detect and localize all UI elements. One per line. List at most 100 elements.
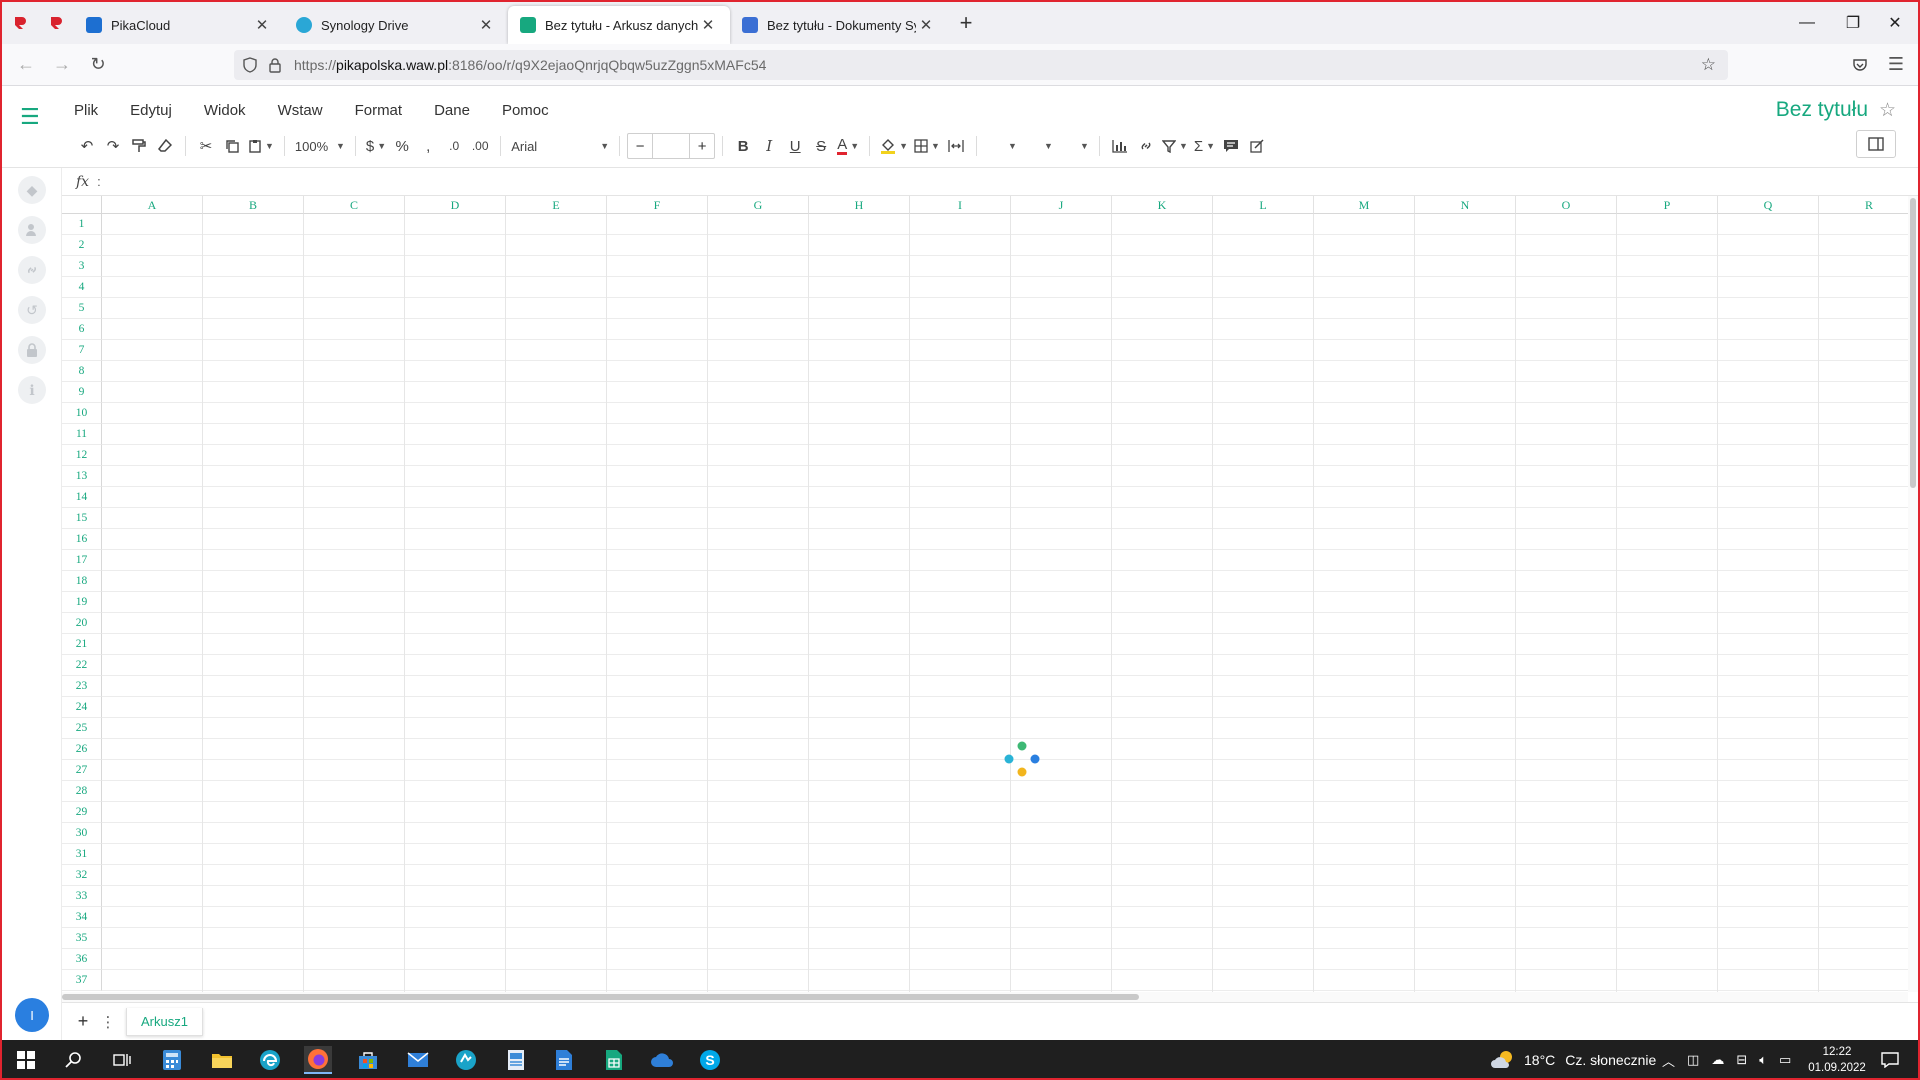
row-header[interactable]: 13 [62,466,102,487]
window-close-icon[interactable]: ✕ [1872,2,1918,44]
address-bar[interactable]: https://pikapolska.waw.pl:8186/oo/r/q9X2… [234,50,1728,80]
browser-menu-icon[interactable]: ☰ [1878,49,1914,81]
history-icon[interactable]: ↺ [18,296,46,324]
borders-button[interactable]: ▼ [911,132,943,160]
volume-icon[interactable]: 🔈︎ [1759,1052,1767,1068]
merge-cells-button[interactable] [943,132,969,160]
thousands-separator-button[interactable]: , [415,132,441,160]
microsoft-store-icon[interactable] [354,1046,382,1074]
column-header[interactable]: D [405,196,506,214]
row-header[interactable]: 10 [62,403,102,424]
column-header[interactable]: G [708,196,809,214]
bookmark-star-icon[interactable]: ☆ [1701,55,1716,75]
row-header[interactable]: 28 [62,781,102,802]
strikethrough-button[interactable]: S [808,132,834,160]
filter-button[interactable]: ▼ [1159,132,1191,160]
sheet-list-menu-icon[interactable]: ⋮ [98,1013,118,1031]
increase-decimal-button[interactable]: .00 [467,132,493,160]
row-header[interactable]: 4 [62,277,102,298]
row-header[interactable]: 35 [62,928,102,949]
row-header[interactable]: 12 [62,445,102,466]
cell-area[interactable] [102,214,1908,992]
task-view-icon[interactable] [108,1046,136,1074]
pocket-icon[interactable] [1842,49,1878,81]
font-size-increase-button[interactable]: + [690,138,714,155]
browser-tab-synology-drive[interactable]: Synology Drive ✕ [284,6,508,44]
menu-file[interactable]: Plik [70,100,102,121]
row-header[interactable]: 36 [62,949,102,970]
spreadsheet-grid[interactable]: ABCDEFGHIJKLMNOPQR 1 2 3 4 5 6 7 8 9 10 11 12 13 14 15… [62,196,1908,992]
conditional-format-icon[interactable] [1244,132,1270,160]
column-header[interactable]: Q [1718,196,1819,214]
font-size-stepper[interactable]: − + [627,133,716,159]
row-header[interactable]: 7 [62,340,102,361]
insert-link-icon[interactable] [1133,132,1159,160]
currency-format-button[interactable]: $ ▼ [363,132,389,160]
synology-document-icon[interactable] [550,1046,578,1074]
windows-start-icon[interactable] [12,1046,40,1074]
row-header[interactable]: 37 [62,970,102,991]
info-icon[interactable]: ℹ [18,376,46,404]
vertical-scrollbar[interactable] [1908,196,1918,992]
vertical-scroll-thumb[interactable] [1910,198,1916,488]
menu-edit[interactable]: Edytuj [126,100,176,121]
functions-button[interactable]: Σ ▼ [1191,132,1218,160]
notification-center-icon[interactable] [1878,1048,1902,1072]
tag-icon[interactable]: ◆ [18,176,46,204]
row-header[interactable]: 11 [62,424,102,445]
column-header[interactable]: R [1819,196,1908,214]
paste-icon[interactable]: ▼ [245,132,277,160]
browser-tab-spreadsheet[interactable]: Bez tytułu - Arkusz danych Synology ✕ [508,6,730,44]
firefox-browser-icon[interactable] [304,1046,332,1074]
menu-help[interactable]: Pomoc [498,100,553,121]
row-header[interactable]: 6 [62,319,102,340]
row-header[interactable]: 17 [62,550,102,571]
copy-icon[interactable] [219,132,245,160]
row-header[interactable]: 1 [62,214,102,235]
side-panel-toggle-icon[interactable] [1856,130,1896,158]
column-header[interactable]: J [1011,196,1112,214]
insert-chart-icon[interactable] [1107,132,1133,160]
search-icon[interactable] [60,1046,88,1074]
row-header[interactable]: 3 [62,256,102,277]
document-app-icon[interactable] [502,1046,530,1074]
column-header[interactable]: N [1415,196,1516,214]
cut-scissors-icon[interactable]: ✂ [193,132,219,160]
calculator-app-icon[interactable] [158,1046,186,1074]
restore-icon[interactable]: ❐ [1830,2,1876,44]
row-header[interactable]: 2 [62,235,102,256]
favorite-star-icon[interactable]: ☆ [1879,99,1896,122]
font-size-decrease-button[interactable]: − [628,138,652,155]
battery-icon[interactable]: ▭ [1779,1052,1791,1068]
undo-icon[interactable]: ↶ [74,132,100,160]
edge-browser-icon[interactable] [256,1046,284,1074]
skype-icon[interactable]: S [696,1046,724,1074]
tab-close-icon[interactable]: ✕ [698,16,718,34]
synology-assistant-icon[interactable] [452,1046,480,1074]
tray-cloud-icon[interactable]: ☁ [1711,1052,1724,1068]
new-tab-plus-icon[interactable]: + [948,2,984,44]
tray-app-icon[interactable]: ◫ [1687,1052,1699,1068]
font-size-input[interactable] [652,133,691,159]
menu-view[interactable]: Widok [200,100,250,121]
redo-icon[interactable]: ↷ [100,132,126,160]
row-header[interactable]: 9 [62,382,102,403]
text-wrap-select[interactable]: ▼ [1056,132,1092,160]
synology-spreadsheet-icon[interactable] [600,1046,628,1074]
row-header[interactable]: 31 [62,844,102,865]
text-color-button[interactable]: A ▼ [834,132,862,160]
add-sheet-plus-icon[interactable]: + [68,1011,98,1032]
row-header[interactable]: 8 [62,361,102,382]
horizontal-scrollbar[interactable] [62,992,1908,1002]
app-menu-icon[interactable]: ☰ [20,104,42,130]
weather-widget[interactable]: 18°C Cz. słonecznie [1490,1040,1656,1078]
row-header[interactable]: 27 [62,760,102,781]
row-header[interactable]: 32 [62,865,102,886]
decrease-decimal-button[interactable]: .0 [441,132,467,160]
forward-arrow-icon[interactable]: → [44,49,80,81]
zoom-select[interactable]: 100% ▼ [292,132,348,160]
menu-insert[interactable]: Wstaw [274,100,327,121]
formula-bar[interactable]: fx : [62,168,1918,196]
column-header[interactable]: A [102,196,203,214]
row-header[interactable]: 26 [62,739,102,760]
